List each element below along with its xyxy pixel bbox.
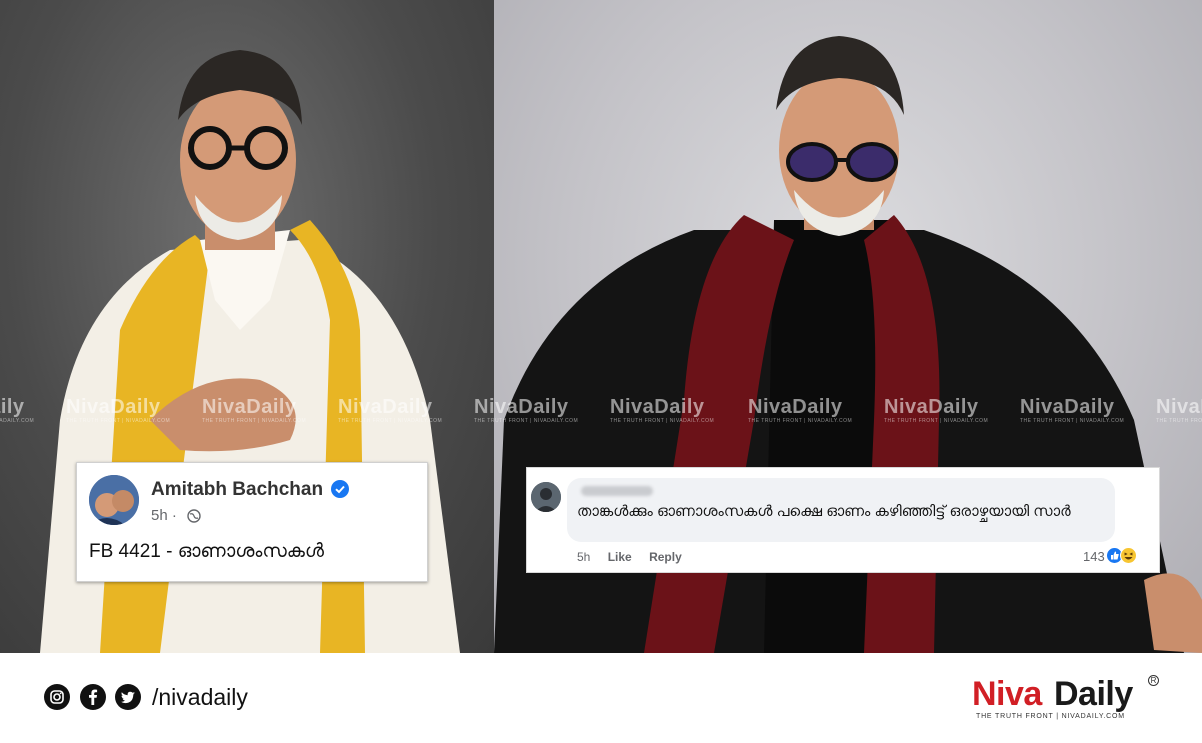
watermark: NivaDailyTHE TRUTH FRONT | NIVADAILY.COM <box>884 396 988 425</box>
watermark-brand: NivaDaily <box>1156 396 1202 418</box>
reply-button[interactable]: Reply <box>649 550 682 564</box>
facebook-comment-card: താങ്കൾക്കും ഓണാശംസകൾ പക്ഷെ ഓണം കഴിഞ്ഞിട്… <box>526 467 1160 573</box>
watermark-tagline: THE TRUTH FRONT | NIVADAILY.COM <box>66 418 171 424</box>
watermark-tagline: THE TRUTH FRONT | NIVADAILY.COM <box>1156 418 1202 424</box>
commenter-avatar-image <box>531 482 561 512</box>
watermark: NivaDailyTHE TRUTH FRONT | NIVADAILY.COM <box>610 396 714 425</box>
instagram-icon[interactable] <box>44 684 70 710</box>
watermark: NivaDailyTHE TRUTH FRONT | NIVADAILY.COM <box>1156 396 1202 425</box>
watermark: NivaDailyTHE TRUTH FRONT | NIVADAILY.COM <box>0 396 34 425</box>
watermark-brand: NivaDaily <box>1020 396 1115 418</box>
watermark-tagline: THE TRUTH FRONT | NIVADAILY.COM <box>474 418 579 424</box>
watermark: NivaDailyTHE TRUTH FRONT | NIVADAILY.COM <box>474 396 578 425</box>
facebook-icon[interactable] <box>80 684 106 710</box>
footer-bar: /nivadaily Niva Daily R THE TRUTH FRONT … <box>0 653 1202 743</box>
social-handle[interactable]: /nivadaily <box>152 684 248 711</box>
watermark-brand: NivaDaily <box>338 396 433 418</box>
watermark: NivaDailyTHE TRUTH FRONT | NIVADAILY.COM <box>202 396 306 425</box>
avatar-image <box>89 475 139 525</box>
watermark: NivaDailyTHE TRUTH FRONT | NIVADAILY.COM <box>1020 396 1124 425</box>
post-time-text: 5h <box>151 507 168 524</box>
globe-icon <box>187 509 201 523</box>
comment-actions: 5h Like Reply <box>577 550 696 564</box>
time-separator: · <box>171 507 177 524</box>
post-body-text: FB 4421 - ഓണാശംസകൾ <box>89 541 324 562</box>
watermark-tagline: THE TRUTH FRONT | NIVADAILY.COM <box>0 418 35 424</box>
facebook-post-card[interactable]: Amitabh Bachchan 5h · FB 4421 - ഓണാശംസകൾ <box>76 462 428 582</box>
haha-reaction-icon <box>1120 547 1137 564</box>
watermark: NivaDailyTHE TRUTH FRONT | NIVADAILY.COM <box>338 396 442 425</box>
verified-icon <box>331 480 349 498</box>
comment-text: താങ്കൾക്കും ഓണാശംസകൾ പക്ഷെ ഓണം കഴിഞ്ഞിട്… <box>577 503 1071 520</box>
commenter-name-blurred <box>581 486 653 496</box>
comment-timestamp[interactable]: 5h <box>577 550 590 564</box>
watermark-tagline: THE TRUTH FRONT | NIVADAILY.COM <box>1020 418 1125 424</box>
watermark-brand: NivaDaily <box>884 396 979 418</box>
brand-name-part1: Niva <box>972 675 1042 713</box>
watermark-brand: NivaDaily <box>202 396 297 418</box>
post-author-name[interactable]: Amitabh Bachchan <box>151 479 323 501</box>
nivadaily-logo[interactable]: Niva Daily R THE TRUTH FRONT | NIVADAILY… <box>972 675 1162 725</box>
watermark-brand: NivaDaily <box>748 396 843 418</box>
author-avatar[interactable] <box>89 475 139 525</box>
watermark: NivaDailyTHE TRUTH FRONT | NIVADAILY.COM <box>748 396 852 425</box>
like-button[interactable]: Like <box>608 550 632 564</box>
brand-name-part2: Daily <box>1054 675 1133 713</box>
watermark-brand: NivaDaily <box>474 396 569 418</box>
reaction-count[interactable]: 143 <box>1083 549 1105 564</box>
watermark-tagline: THE TRUTH FRONT | NIVADAILY.COM <box>748 418 853 424</box>
registered-trademark-mark: R <box>1148 675 1159 686</box>
comment-bubble: താങ്കൾക്കും ഓണാശംസകൾ പക്ഷെ ഓണം കഴിഞ്ഞിട്… <box>567 478 1115 542</box>
news-graphic: NivaDailyTHE TRUTH FRONT | NIVADAILY.COM… <box>0 0 1202 743</box>
watermark-tagline: THE TRUTH FRONT | NIVADAILY.COM <box>338 418 443 424</box>
brand-tagline: THE TRUTH FRONT | NIVADAILY.COM <box>976 713 1125 720</box>
watermark-tagline: THE TRUTH FRONT | NIVADAILY.COM <box>610 418 715 424</box>
watermark: NivaDailyTHE TRUTH FRONT | NIVADAILY.COM <box>66 396 170 425</box>
watermark-brand: NivaDaily <box>610 396 705 418</box>
twitter-icon[interactable] <box>115 684 141 710</box>
watermark-tagline: THE TRUTH FRONT | NIVADAILY.COM <box>884 418 989 424</box>
watermark-tagline: THE TRUTH FRONT | NIVADAILY.COM <box>202 418 307 424</box>
post-timestamp[interactable]: 5h · <box>151 507 177 524</box>
commenter-avatar[interactable] <box>531 482 561 512</box>
watermark-brand: NivaDaily <box>0 396 25 418</box>
watermark-brand: NivaDaily <box>66 396 161 418</box>
